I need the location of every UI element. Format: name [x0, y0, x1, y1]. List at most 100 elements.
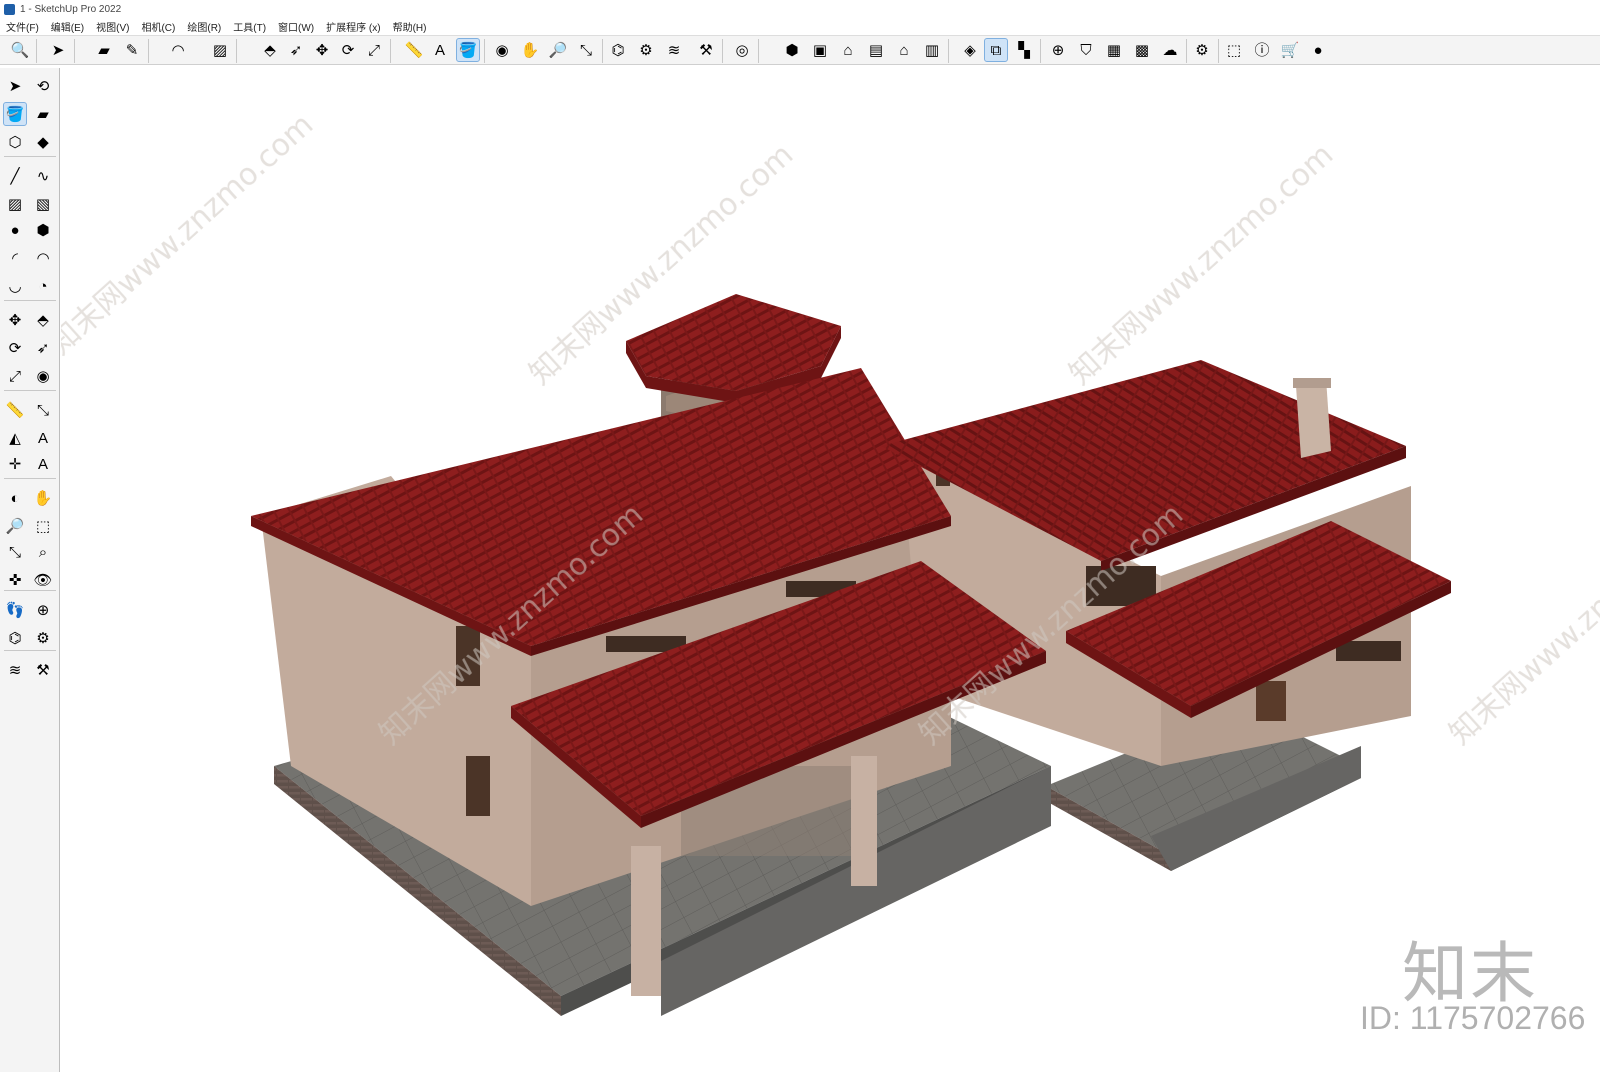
pie-icon[interactable]: ◔ — [31, 274, 55, 298]
move-icon[interactable]: ✥ — [3, 308, 27, 332]
menu-view[interactable]: 视图(V) — [96, 19, 129, 34]
previous-view-icon[interactable]: ⌕ — [31, 540, 55, 564]
drawing-viewport[interactable]: 知末网www.znzmo.com 知末网www.znzmo.com 知末网www… — [61, 66, 1600, 1072]
back-view-icon[interactable]: ⌂ — [892, 38, 916, 62]
extension-warehouse-icon[interactable]: ⚙ — [634, 38, 658, 62]
extension-manager-icon[interactable]: ⚒ — [694, 38, 718, 62]
eraser-icon[interactable]: ▰ — [31, 102, 55, 126]
line-icon[interactable]: ╱ — [3, 164, 27, 188]
pan-icon[interactable]: ✋ — [518, 38, 542, 62]
right-view-icon[interactable]: ▤ — [864, 38, 888, 62]
tag-icon[interactable]: ◆ — [31, 130, 55, 154]
front-view-icon[interactable]: ⌂ — [836, 38, 860, 62]
rotate-icon[interactable]: ⟳ — [336, 38, 360, 62]
text-icon[interactable]: A — [428, 38, 452, 62]
sketchup-logo-icon — [4, 3, 15, 15]
select-icon[interactable]: ➤ — [3, 74, 27, 98]
two-point-arc-icon[interactable]: ◠ — [31, 246, 55, 270]
search-icon[interactable]: 🔍 — [8, 38, 32, 62]
extension-manager-icon[interactable]: ⚒ — [31, 658, 55, 682]
menu-extensions[interactable]: 扩展程序 (x) — [326, 19, 380, 34]
zoom-icon[interactable]: 🔎 — [3, 514, 27, 538]
walk-icon[interactable]: 👣 — [3, 598, 27, 622]
tape-measure-icon[interactable]: 📏 — [3, 398, 27, 422]
section-display-icon[interactable]: ▚ — [1012, 38, 1036, 62]
title-bar: 1 - SketchUp Pro 2022 — [0, 0, 1600, 18]
follow-me-icon[interactable]: ➶ — [31, 336, 55, 360]
text-icon[interactable]: A — [31, 426, 55, 450]
info-icon[interactable]: ⓘ — [1250, 38, 1274, 62]
iso-view-icon[interactable]: ⬢ — [780, 38, 804, 62]
dimension-icon[interactable]: ⤡ — [31, 398, 55, 422]
tape-measure-icon[interactable]: 📏 — [402, 38, 426, 62]
push-pull-icon[interactable]: ⬘ — [31, 308, 55, 332]
make-component-icon[interactable]: ⬡ — [3, 130, 27, 154]
components-icon[interactable]: ⬚ — [1222, 38, 1246, 62]
zoom-extents-icon[interactable]: ⤡ — [574, 38, 598, 62]
watermark-id: ID: 1175702766 — [1360, 1000, 1586, 1036]
section-plane-icon[interactable]: ⧉ — [984, 38, 1008, 62]
account-icon[interactable]: ◎ — [730, 38, 754, 62]
follow-me-icon[interactable]: ➶ — [284, 38, 308, 62]
protractor-icon[interactable]: ◭ — [3, 426, 27, 450]
eraser-icon[interactable]: ▰ — [92, 38, 116, 62]
orbit-icon[interactable]: ⟲ — [31, 74, 55, 98]
orbit-tool-icon[interactable]: ◐ — [3, 486, 27, 510]
menu-draw[interactable]: 绘图(R) — [187, 19, 221, 34]
move-icon[interactable]: ✥ — [310, 38, 334, 62]
warehouse-icon[interactable]: ⌬ — [3, 626, 27, 650]
style-icon[interactable]: ◈ — [958, 38, 982, 62]
rectangle-icon[interactable]: ▨ — [3, 192, 27, 216]
cloud-icon[interactable]: ☁ — [1158, 38, 1182, 62]
toolbar-separator — [602, 39, 603, 63]
menu-window[interactable]: 窗口(W) — [278, 19, 314, 34]
toolbar-separator — [722, 39, 723, 63]
scale-icon[interactable]: ⤢ — [362, 38, 386, 62]
menu-edit[interactable]: 编辑(E) — [51, 19, 84, 34]
arc-icon[interactable]: ◜ — [3, 246, 27, 270]
3d-text-icon[interactable]: A — [31, 452, 55, 476]
offset-icon[interactable]: ◉ — [31, 364, 55, 388]
zoom-window-icon[interactable]: ⬚ — [31, 514, 55, 538]
paint-bucket-icon[interactable]: 🪣 — [3, 102, 27, 126]
pan-icon[interactable]: ✋ — [31, 486, 55, 510]
rotate-icon[interactable]: ⟳ — [3, 336, 27, 360]
section-plane-icon[interactable]: ⊕ — [31, 598, 55, 622]
shadows-icon[interactable]: ⛉ — [1074, 38, 1098, 62]
user-icon[interactable]: ● — [1306, 38, 1330, 62]
menu-help[interactable]: 帮助(H) — [393, 19, 427, 34]
layers-icon[interactable]: ≋ — [3, 658, 27, 682]
position-camera-icon[interactable]: ✜ — [3, 568, 27, 592]
terrain-icon[interactable]: ▩ — [1130, 38, 1154, 62]
select-icon[interactable]: ➤ — [46, 38, 70, 62]
menu-tools[interactable]: 工具(T) — [233, 19, 266, 34]
settings-icon[interactable]: ⚙ — [1190, 38, 1214, 62]
zoom-extents-icon[interactable]: ⤡ — [3, 540, 27, 564]
freehand-icon[interactable]: ∿ — [31, 164, 55, 188]
paint-bucket-icon[interactable]: 🪣 — [456, 38, 480, 62]
rectangle-icon[interactable]: ▨ — [208, 38, 232, 62]
fog-icon[interactable]: ▦ — [1102, 38, 1126, 62]
polygon-icon[interactable]: ⬢ — [31, 218, 55, 242]
menu-camera[interactable]: 相机(C) — [141, 19, 175, 34]
arc-icon[interactable]: ◠ — [166, 38, 190, 62]
push-pull-icon[interactable]: ⬘ — [258, 38, 282, 62]
left-view-icon[interactable]: ▥ — [920, 38, 944, 62]
cart-icon[interactable]: 🛒 — [1278, 38, 1302, 62]
axes-icon[interactable]: ✛ — [3, 452, 27, 476]
three-point-arc-icon[interactable]: ◡ — [3, 274, 27, 298]
top-view-icon[interactable]: ▣ — [808, 38, 832, 62]
circle-icon[interactable]: ● — [3, 218, 27, 242]
scale-icon[interactable]: ⤢ — [3, 364, 27, 388]
layers-icon[interactable]: ≋ — [662, 38, 686, 62]
warehouse-icon[interactable]: ⌬ — [606, 38, 630, 62]
zoom-icon[interactable]: 🔎 — [546, 38, 570, 62]
model-scene: 知末网www.znzmo.com 知末网www.znzmo.com 知末网www… — [61, 107, 1600, 1016]
extension-warehouse-icon[interactable]: ⚙ — [31, 626, 55, 650]
add-location-icon[interactable]: ⊕ — [1046, 38, 1070, 62]
rotated-rectangle-icon[interactable]: ▧ — [31, 192, 55, 216]
menu-file[interactable]: 文件(F) — [6, 19, 39, 34]
pencil-icon[interactable]: ✎ — [120, 38, 144, 62]
orbit-icon[interactable]: ◉ — [490, 38, 514, 62]
look-around-icon[interactable]: 👁 — [31, 568, 55, 592]
